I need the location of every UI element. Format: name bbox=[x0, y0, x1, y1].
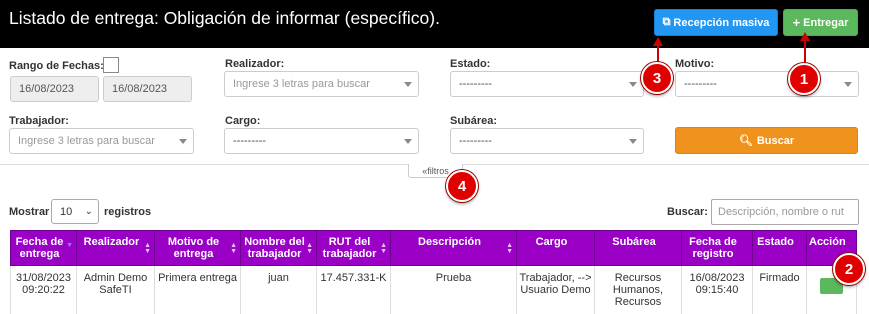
annotation-arrowhead-1 bbox=[800, 32, 810, 41]
trabajador-label: Trabajador: bbox=[9, 115, 69, 127]
realizador-label: Realizador: bbox=[225, 58, 285, 70]
sort-icon: ▼ bbox=[66, 242, 73, 249]
table-search-input[interactable]: Descripción, nombre o rut bbox=[711, 199, 859, 225]
chevron-down-icon bbox=[179, 139, 187, 144]
cell-realizador: Admin Demo SafeTI bbox=[76, 265, 155, 314]
motivo-value: --------- bbox=[684, 78, 717, 90]
table-search-label: Buscar: bbox=[667, 206, 708, 218]
annotation-badge-3: 3 bbox=[641, 62, 673, 94]
trabajador-placeholder: Ingrese 3 letras para buscar bbox=[18, 135, 155, 147]
cell-fecha-registro: 16/08/2023 09:15:40 bbox=[681, 265, 753, 314]
realizador-placeholder: Ingrese 3 letras para buscar bbox=[233, 78, 370, 90]
estado-select[interactable]: --------- bbox=[450, 71, 644, 97]
chevron-down-icon bbox=[629, 139, 637, 144]
copy-icon: ⧉ bbox=[662, 16, 671, 28]
rango-fechas-checkbox[interactable] bbox=[103, 57, 119, 73]
chevron-down-icon bbox=[404, 139, 412, 144]
col-estado[interactable]: Estado bbox=[752, 230, 807, 266]
estado-label: Estado: bbox=[450, 58, 491, 70]
sort-icon: ▲ ▼ bbox=[506, 242, 513, 255]
annotation-badge-2: 2 bbox=[833, 253, 865, 285]
mostrar-label: Mostrar bbox=[9, 206, 50, 218]
col-motivo[interactable]: Motivo de entrega ▲ ▼ bbox=[154, 230, 241, 266]
plus-icon: + bbox=[792, 15, 801, 30]
col-subarea[interactable]: Subárea bbox=[594, 230, 682, 266]
chevron-down-icon: ⌄ bbox=[84, 206, 93, 217]
cell-descripcion: Prueba bbox=[390, 265, 517, 314]
annotation-arrow-1 bbox=[804, 40, 806, 64]
date-from-input[interactable]: 16/08/2023 bbox=[10, 76, 99, 102]
recepcion-masiva-label: Recepción masiva bbox=[673, 16, 770, 29]
subarea-label: Subárea: bbox=[450, 115, 498, 127]
subarea-value: --------- bbox=[459, 135, 492, 147]
entregar-label: Entregar bbox=[803, 16, 849, 29]
sort-icon: ▲ ▼ bbox=[306, 242, 313, 255]
col-cargo[interactable]: Cargo bbox=[516, 230, 595, 266]
page-title: Listado de entrega: Obligación de inform… bbox=[9, 8, 440, 28]
page-length-select[interactable]: 10 ⌄ bbox=[51, 199, 99, 224]
subarea-select[interactable]: --------- bbox=[450, 128, 644, 154]
cargo-label: Cargo: bbox=[225, 115, 261, 127]
page-length-value: 10 bbox=[60, 205, 73, 218]
col-rut[interactable]: RUT del trabajador ▲ ▼ bbox=[316, 230, 391, 266]
estado-value: --------- bbox=[459, 78, 492, 90]
cell-fecha-entrega: 31/08/2023 09:20:22 bbox=[10, 265, 77, 314]
chevron-down-icon bbox=[404, 82, 412, 87]
buscar-button-label: Buscar bbox=[756, 134, 795, 147]
col-descripcion[interactable]: Descripción ▲ ▼ bbox=[390, 230, 517, 266]
entregas-table: Fecha de entrega ▼ Realizador ▲ ▼ Motivo de… bbox=[10, 230, 857, 314]
annotation-badge-1: 1 bbox=[788, 63, 820, 95]
cargo-select[interactable]: --------- bbox=[224, 128, 419, 154]
trabajador-select[interactable]: Ingrese 3 letras para buscar bbox=[9, 128, 194, 154]
col-nombre[interactable]: Nombre del trabajador ▲ ▼ bbox=[240, 230, 317, 266]
col-fecha-registro[interactable]: Fecha de registro bbox=[681, 230, 753, 266]
cell-cargo: Trabajador, --> Usuario Demo bbox=[516, 265, 595, 314]
col-realizador[interactable]: Realizador ▲ ▼ bbox=[76, 230, 155, 266]
cell-nombre: juan bbox=[240, 265, 317, 314]
realizador-select[interactable]: Ingrese 3 letras para buscar bbox=[224, 71, 419, 97]
col-fecha-entrega[interactable]: Fecha de entrega ▼ bbox=[10, 230, 77, 266]
annotation-arrowhead-3 bbox=[653, 37, 663, 46]
sort-icon: ▲ ▼ bbox=[144, 242, 151, 255]
cell-rut: 17.457.331-K bbox=[316, 265, 391, 314]
table-header-row: Fecha de entrega ▼ Realizador ▲ ▼ Motivo de… bbox=[10, 230, 857, 266]
cell-subarea: Recursos Humanos, Recursos bbox=[594, 265, 682, 314]
motivo-label: Motivo: bbox=[675, 58, 715, 70]
motivo-select[interactable]: --------- bbox=[675, 71, 859, 97]
annotation-arrow-3 bbox=[657, 45, 659, 63]
filtros-toggle-label: filtros bbox=[427, 165, 449, 176]
chevron-down-icon bbox=[844, 82, 852, 87]
buscar-button[interactable]: 🔍︎ Buscar bbox=[675, 127, 858, 154]
cargo-value: --------- bbox=[233, 135, 266, 147]
sort-icon: ▲ ▼ bbox=[230, 242, 237, 255]
rango-fechas-label: Rango de Fechas: bbox=[9, 60, 104, 72]
table-row[interactable]: 31/08/2023 09:20:22 Admin Demo SafeTI Pr… bbox=[10, 265, 857, 314]
recepcion-masiva-button[interactable]: ⧉ Recepción masiva bbox=[654, 9, 778, 36]
entregar-button[interactable]: + Entregar bbox=[783, 9, 858, 36]
search-icon: 🔍︎ bbox=[738, 135, 753, 147]
sort-icon: ▲ ▼ bbox=[380, 242, 387, 255]
chevron-down-icon bbox=[629, 82, 637, 87]
annotation-badge-4: 4 bbox=[446, 170, 478, 202]
cell-motivo: Primera entrega bbox=[154, 265, 241, 314]
date-to-input[interactable]: 16/08/2023 bbox=[103, 76, 192, 102]
cell-estado: Firmado bbox=[752, 265, 807, 314]
registros-label: registros bbox=[104, 206, 152, 218]
